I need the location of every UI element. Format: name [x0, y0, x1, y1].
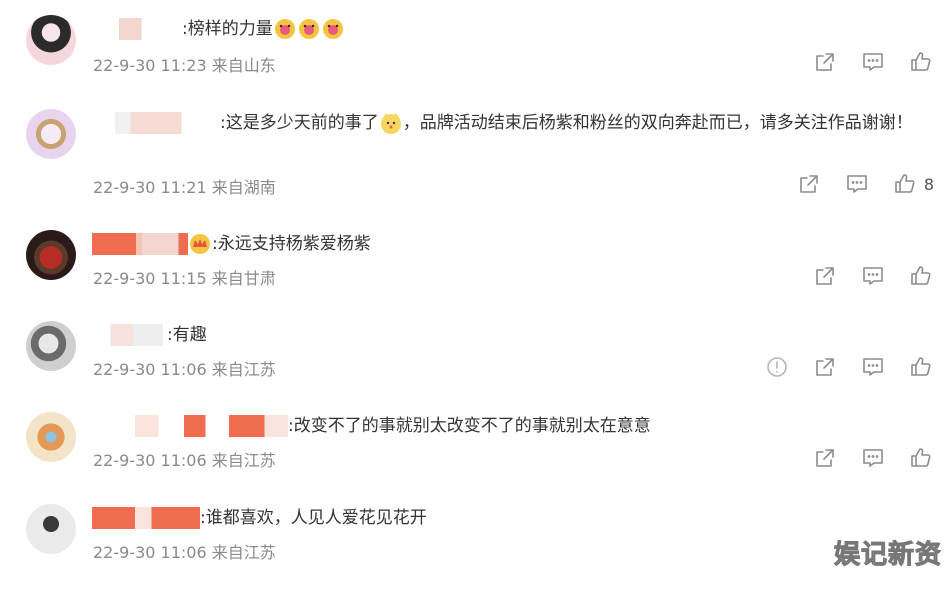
share-icon	[800, 175, 818, 193]
crown-badge-icon	[188, 232, 212, 256]
comment-text-line: :这是多少天前的事了 ，品牌活动结束后杨紫和粉丝的双向奔赴而已，请多关注作品谢谢！	[92, 109, 922, 137]
comment-text-line: :榜样的力量	[92, 15, 932, 43]
share-icon	[816, 449, 834, 467]
comment-item: :永远支持杨紫爱杨紫 22-9-30 11:15 来自甘肃	[0, 230, 952, 322]
comment-text: :改变不了的事就别太改变不了的事就别太在意意	[288, 416, 651, 436]
share-icon	[816, 358, 834, 376]
like-button[interactable]	[892, 171, 918, 197]
comment-meta: 22-9-30 11:06 来自江苏	[93, 447, 276, 471]
username-redacted[interactable]	[92, 233, 188, 255]
avatar[interactable]	[26, 321, 76, 371]
comment-text-line: :永远支持杨紫爱杨紫	[92, 230, 932, 258]
comment-meta: 22-9-30 11:15 来自甘肃	[93, 265, 276, 289]
like-button[interactable]	[908, 445, 934, 471]
comment-location: 来自甘肃	[211, 269, 276, 288]
comment-location: 来自江苏	[211, 360, 276, 379]
comment-icon	[863, 358, 883, 376]
username-redacted[interactable]	[92, 324, 167, 346]
comment-text: :榜样的力量	[182, 19, 273, 39]
comment-item: :这是多少天前的事了 ，品牌活动结束后杨紫和粉丝的双向奔赴而已，请多关注作品谢谢！…	[0, 109, 952, 204]
share-button[interactable]	[796, 171, 822, 197]
comment-text-line: :有趣	[92, 321, 932, 349]
avatar[interactable]	[26, 230, 76, 280]
comment-button[interactable]	[860, 49, 886, 75]
comment-time: 22-9-30 11:21	[93, 178, 207, 197]
comment-text: :谁都喜欢，人见人爱花见花开	[200, 508, 427, 528]
avatar[interactable]	[26, 15, 76, 65]
comment-item: :谁都喜欢，人见人爱花见花开 22-9-30 11:06 来自江苏	[0, 504, 952, 596]
comment-meta: 22-9-30 11:06 来自江苏	[93, 356, 276, 380]
share-button[interactable]	[812, 49, 838, 75]
comment-icon	[847, 175, 867, 193]
share-icon	[816, 53, 834, 71]
avatar[interactable]	[26, 504, 76, 554]
avatar[interactable]	[26, 109, 76, 159]
comment-text: :这是多少天前的事了	[220, 113, 379, 133]
report-button[interactable]	[764, 354, 790, 380]
comment-icon	[863, 449, 883, 467]
comment-location: 来自山东	[211, 56, 276, 75]
like-button[interactable]	[908, 49, 934, 75]
comment-time: 22-9-30 11:06	[93, 360, 207, 379]
thumbs-up-icon	[911, 448, 931, 467]
comment-location: 来自江苏	[211, 451, 276, 470]
share-button[interactable]	[812, 263, 838, 289]
comment-button[interactable]	[860, 445, 886, 471]
thumbs-up-icon	[911, 52, 931, 71]
like-button[interactable]	[908, 263, 934, 289]
comment-icon	[863, 53, 883, 71]
comment-item: :榜样的力量 22-9-30 11:23 来自山东	[0, 15, 952, 107]
username-redacted[interactable]	[92, 507, 200, 529]
share-button[interactable]	[812, 354, 838, 380]
thumbs-up-icon	[911, 357, 931, 376]
share-button[interactable]	[812, 445, 838, 471]
comment-item: :改变不了的事就别太改变不了的事就别太在意意 22-9-30 11:06 来自江…	[0, 412, 952, 504]
comment-text-line: :谁都喜欢，人见人爱花见花开	[92, 504, 932, 532]
emoji-icon	[379, 111, 403, 135]
comment-meta: 22-9-30 11:06 来自江苏	[93, 539, 276, 563]
comment-time: 22-9-30 11:06	[93, 451, 207, 470]
thumbs-up-icon	[911, 266, 931, 285]
comment-time: 22-9-30 11:06	[93, 543, 207, 562]
comment-button[interactable]	[860, 263, 886, 289]
comment-text: :永远支持杨紫爱杨紫	[212, 234, 371, 254]
comment-location: 来自江苏	[211, 543, 276, 562]
report-icon	[767, 357, 787, 377]
emoji-icon	[297, 17, 321, 41]
username-redacted[interactable]	[92, 415, 288, 437]
emoji-icon	[321, 17, 345, 41]
comment-meta: 22-9-30 11:23 来自山东	[93, 52, 276, 76]
watermark: 娱记新资	[833, 540, 942, 571]
comment-location: 来自湖南	[211, 178, 276, 197]
avatar[interactable]	[26, 412, 76, 462]
comment-text: :有趣	[167, 325, 207, 345]
comment-text: ，品牌活动结束后杨紫和粉丝的双向奔赴而已，请多关注作品谢谢！	[402, 113, 913, 133]
comment-icon	[863, 267, 883, 285]
comment-item: :有趣 22-9-30 11:06 来自江苏	[0, 321, 952, 413]
comment-button[interactable]	[844, 171, 870, 197]
emoji-icon	[273, 17, 297, 41]
comment-button[interactable]	[860, 354, 886, 380]
like-count: 8	[923, 174, 934, 194]
comment-text-line: :改变不了的事就别太改变不了的事就别太在意意	[92, 412, 932, 440]
like-button[interactable]	[908, 354, 934, 380]
thumbs-up-icon	[895, 174, 915, 193]
share-icon	[816, 267, 834, 285]
username-redacted[interactable]	[92, 112, 220, 134]
comment-time: 22-9-30 11:23	[93, 56, 207, 75]
comment-time: 22-9-30 11:15	[93, 269, 207, 288]
username-redacted[interactable]	[92, 18, 182, 40]
comment-meta: 22-9-30 11:21 来自湖南	[93, 174, 276, 198]
